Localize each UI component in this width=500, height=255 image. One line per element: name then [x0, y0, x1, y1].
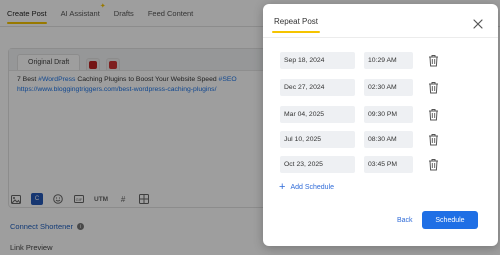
plus-icon: + — [279, 181, 286, 193]
time-field[interactable]: 10:29 AM — [364, 52, 413, 69]
trash-icon[interactable] — [428, 133, 439, 146]
date-field[interactable]: Oct 23, 2025 — [280, 156, 355, 173]
trash-icon[interactable] — [428, 108, 439, 121]
close-icon[interactable] — [472, 17, 484, 29]
add-schedule-button[interactable]: + Add Schedule — [279, 181, 334, 193]
trash-icon[interactable] — [428, 81, 439, 94]
trash-icon[interactable] — [428, 158, 439, 171]
schedule-row: Mar 04, 2025 09:30 PM — [280, 106, 445, 123]
modal-title: Repeat Post — [271, 17, 321, 33]
date-field[interactable]: Jul 10, 2025 — [280, 131, 355, 148]
time-field[interactable]: 08:30 AM — [364, 131, 413, 148]
time-field[interactable]: 02:30 AM — [364, 79, 413, 96]
schedule-row: Oct 23, 2025 03:45 PM — [280, 156, 445, 173]
time-field[interactable]: 03:45 PM — [364, 156, 413, 173]
trash-icon[interactable] — [428, 54, 439, 67]
date-field[interactable]: Sep 18, 2024 — [280, 52, 355, 69]
schedule-row: Jul 10, 2025 08:30 AM — [280, 131, 445, 148]
date-field[interactable]: Dec 27, 2024 — [280, 79, 355, 96]
date-field[interactable]: Mar 04, 2025 — [280, 106, 355, 123]
divider — [263, 37, 498, 38]
schedule-row: Dec 27, 2024 02:30 AM — [280, 79, 445, 96]
back-button[interactable]: Back — [397, 217, 413, 224]
time-field[interactable]: 09:30 PM — [364, 106, 413, 123]
repeat-post-modal: Repeat Post Sep 18, 2024 10:29 AM Dec 27… — [263, 4, 498, 246]
schedule-button[interactable]: Schedule — [422, 211, 478, 229]
schedule-row: Sep 18, 2024 10:29 AM — [280, 52, 445, 69]
